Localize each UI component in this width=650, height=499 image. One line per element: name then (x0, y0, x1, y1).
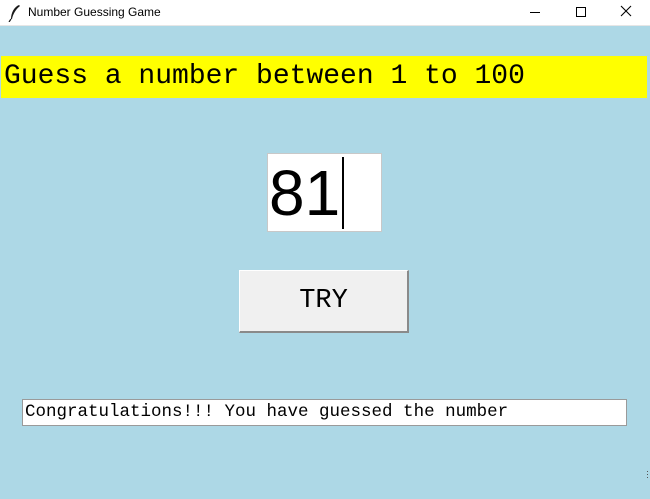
prompt-label: Guess a number between 1 to 100 (1, 56, 647, 98)
guess-input[interactable]: 81 (267, 153, 382, 232)
maximize-icon (576, 7, 586, 17)
result-message: Congratulations!!! You have guessed the … (22, 399, 627, 426)
resize-grip-icon[interactable] (646, 471, 649, 479)
app-window: Number Guessing Game Guess a number betw… (0, 0, 650, 499)
close-icon (620, 5, 632, 17)
title-bar[interactable]: Number Guessing Game (0, 0, 650, 26)
guess-value[interactable]: 81 (269, 155, 340, 231)
try-button[interactable]: TRY (239, 270, 409, 333)
minimize-button[interactable] (512, 0, 558, 26)
maximize-button[interactable] (558, 0, 604, 26)
text-cursor (342, 157, 344, 229)
feather-icon (8, 4, 22, 23)
close-button[interactable] (604, 0, 650, 26)
minimize-icon (530, 12, 540, 13)
window-title: Number Guessing Game (28, 5, 161, 19)
